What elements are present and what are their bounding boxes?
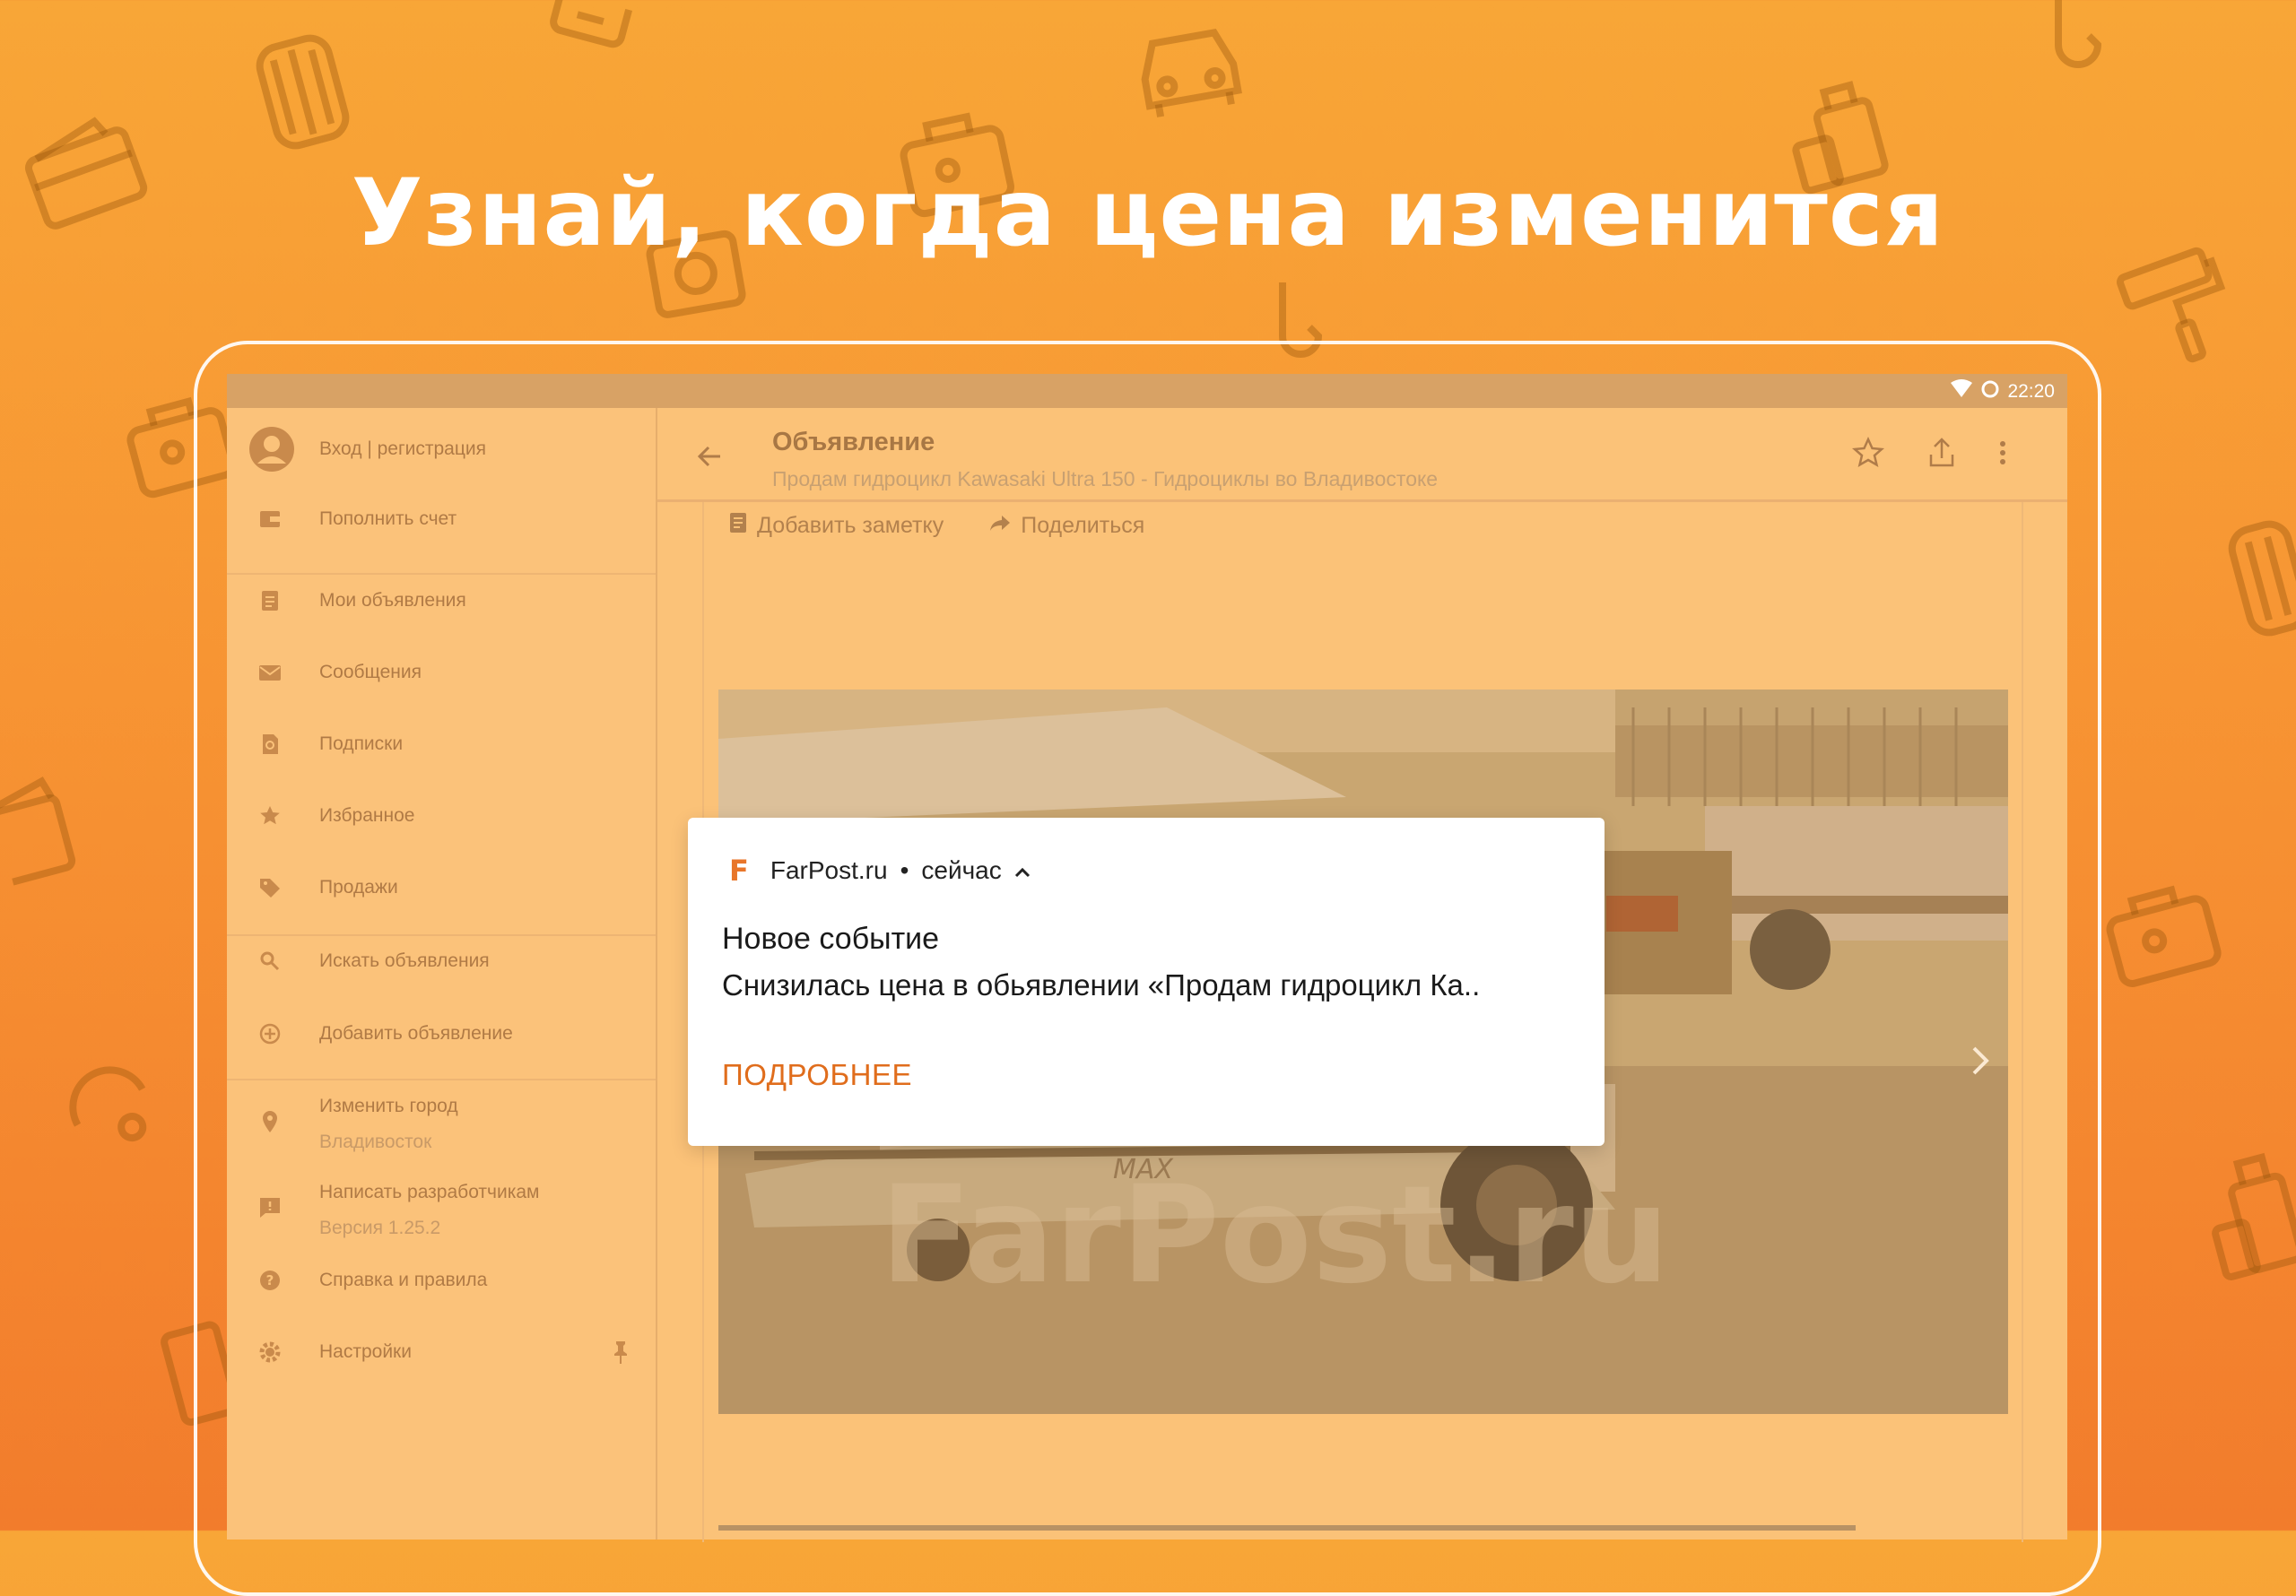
share-action-button[interactable]: Поделиться [988,511,1144,541]
headset-bg-icon [42,1033,174,1165]
share-icon[interactable] [1924,435,1960,471]
drawer-item-label: Сообщения [319,662,422,682]
notification-time: сейчас [921,856,1002,884]
app-bar: Объявление Продам гидроцикл Kawasaki Ult… [657,408,2067,502]
page-subtitle: Продам гидроцикл Kawasaki Ultra 150 - Ги… [772,467,1439,490]
add-note-label: Добавить заметку [757,513,944,538]
navigation-drawer: Вход | регистрация Пополнить счет Мои об… [227,408,657,1540]
feedback-icon [257,1195,283,1220]
notification-header: F FarPost.ru • сейчас [729,854,1031,888]
status-bar: 22:20 [227,374,2067,408]
wifi-icon [1950,379,1973,403]
notification-title: Новое событие [722,922,940,956]
drawer-item-subscriptions[interactable]: Подписки [227,717,656,771]
bottle-bg-icon-2 [2190,1139,2296,1292]
drawer-account[interactable]: Вход | регистрация [227,408,656,490]
drawer-item-feedback[interactable]: Написать разработчикам Версия 1.25.2 [227,1166,656,1250]
drawer-item-help[interactable]: ? Справка и правила [227,1253,656,1307]
chevron-right-icon[interactable] [1969,1043,1992,1079]
avatar-icon [248,426,295,473]
status-time: 22:20 [2007,380,2055,402]
drawer-item-add-ad[interactable]: Добавить объявление [227,1007,656,1061]
tire-bg-icon [247,27,358,157]
headline: Узнай, когда цена изменится [351,160,1945,267]
subscription-icon [257,732,283,757]
sync-icon [1980,379,2000,403]
drawer-item-label: Пополнить счет [319,508,457,529]
page-title: Объявление [772,428,935,456]
drawer-item-label: Справка и правила [319,1270,488,1290]
car-bg-icon [1122,9,1254,126]
drawer-item-label: Мои объявления [319,590,466,611]
drawer-item-sublabel: Версия 1.25.2 [319,1218,441,1238]
farpost-logo-icon: F [729,854,749,888]
note-icon [728,511,748,541]
drawer-item-label: Написать разработчикам [319,1182,540,1202]
star-icon [257,803,283,828]
mail-icon [257,660,283,685]
search-icon [257,949,283,974]
add-note-button[interactable]: Добавить заметку [728,511,944,541]
content-border-right [2022,502,2023,1542]
content-bottom-edge [718,1525,1856,1531]
help-icon: ? [257,1268,283,1293]
drawer-item-label: Подписки [319,733,404,754]
gear-icon [257,1340,283,1365]
more-vertical-icon[interactable] [1994,435,2012,471]
drawer-item-label: Настройки [319,1341,412,1362]
drawer-item-label: Изменить город [319,1096,458,1116]
svg-text:?: ? [266,1272,274,1288]
suitcase-bg-icon-3 [2092,870,2231,995]
drawer-item-sales[interactable]: Продажи [227,861,656,915]
drawer-item-topup[interactable]: Пополнить счет [227,492,656,546]
action-row: Добавить заметку Поделиться [728,511,1144,541]
hook-bg-icon [2022,0,2112,90]
drawer-item-label: Продажи [319,877,398,898]
back-arrow-icon[interactable] [693,440,726,473]
pin-icon[interactable] [611,1340,631,1365]
wallet-icon [257,507,283,532]
share-action-label: Поделиться [1021,513,1145,538]
drawer-item-label: Искать объявления [319,950,490,971]
chevron-up-icon[interactable] [1014,856,1031,885]
document-icon [257,588,283,613]
notification-separator: • [900,856,909,884]
location-pin-icon [257,1109,283,1134]
push-notification[interactable]: F FarPost.ru • сейчас Новое событие Сниз… [688,818,1605,1146]
forward-arrow-icon [988,513,1012,539]
notification-details-button[interactable]: ПОДРОБНЕЕ [722,1058,912,1092]
tag-bg-icon [544,0,634,55]
drawer-item-change-city[interactable]: Изменить город Владивосток [227,1080,656,1164]
star-outline-icon[interactable] [1850,435,1886,471]
drawer-item-search[interactable]: Искать объявления [227,934,656,988]
notification-app-name: FarPost.ru [770,856,888,884]
drawer-account-label: Вход | регистрация [319,438,486,459]
drawer-item-label: Избранное [319,805,415,826]
status-bar-right: 22:20 [1950,379,2055,403]
tag-icon [257,875,283,900]
clapper-bg-icon [0,768,84,891]
drawer-item-favorites[interactable]: Избранное [227,789,656,843]
drawer-item-my-ads[interactable]: Мои объявления [227,574,656,628]
notification-body: Снизилась цена в обьявлении «Продам гидр… [722,968,1481,1002]
drawer-item-settings[interactable]: Настройки [227,1325,656,1379]
drawer-item-messages[interactable]: Сообщения [227,646,656,699]
tire-bg-icon-2 [2220,513,2296,644]
svg-text:FarPost.ru: FarPost.ru [880,1158,1670,1314]
drawer-item-label: Добавить объявление [319,1023,513,1044]
drawer-item-sublabel: Владивосток [319,1132,432,1152]
add-circle-icon [257,1021,283,1046]
